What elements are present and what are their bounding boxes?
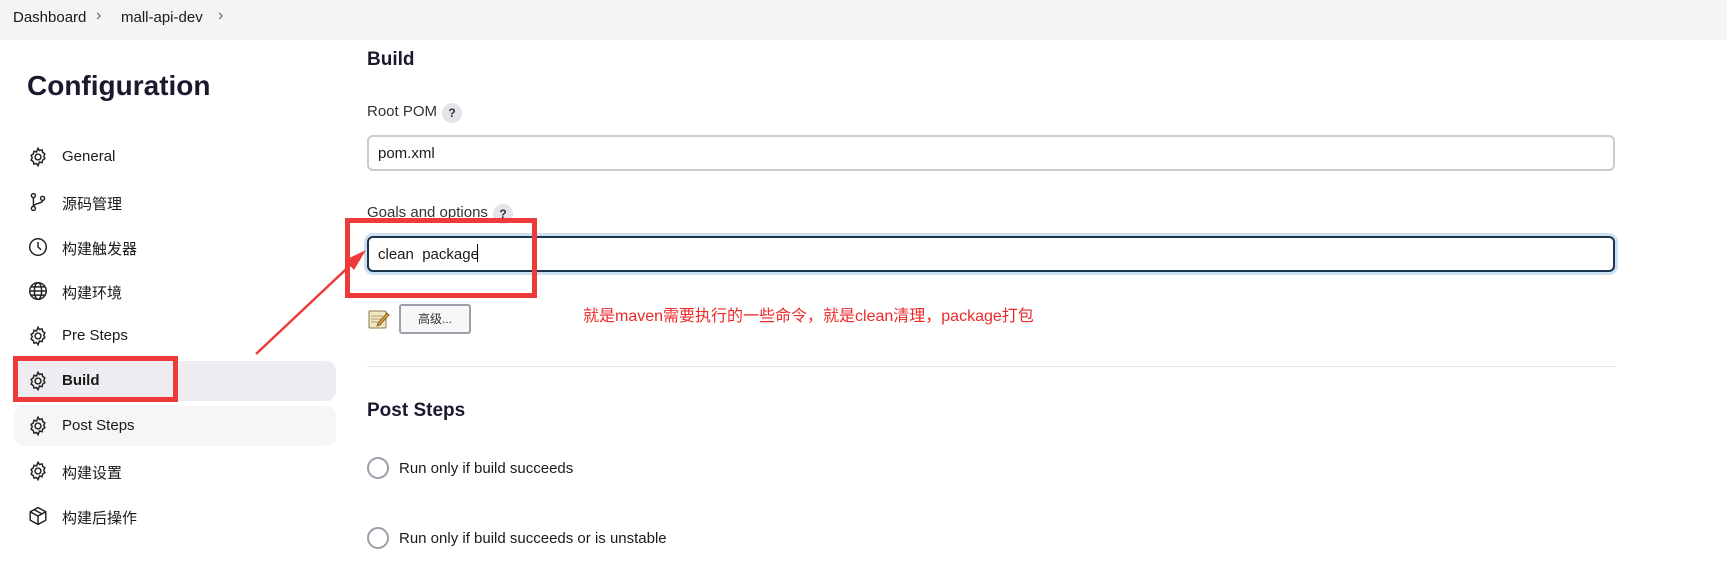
breadcrumb: Dashboard › mall-api-dev › <box>0 0 1727 40</box>
radio-label: Run only if build succeeds or is unstabl… <box>399 530 667 547</box>
sidebar-item-general[interactable]: General <box>14 137 336 177</box>
annotation-text: 就是maven需要执行的一些命令，就是clean清理，package打包 <box>583 308 1034 325</box>
globe-icon <box>29 282 47 300</box>
breadcrumb-dashboard-link[interactable]: Dashboard <box>13 9 86 26</box>
breadcrumb-separator: › <box>218 7 224 24</box>
gear-icon <box>30 415 46 437</box>
section-divider <box>367 366 1615 367</box>
sidebar-item-label: Post Steps <box>62 417 135 434</box>
sidebar-item-label: Pre Steps <box>62 327 128 344</box>
page-title: Configuration <box>27 70 211 101</box>
highlight-box-goals-input <box>345 218 537 298</box>
gear-icon <box>30 325 46 347</box>
post-steps-section-title: Post Steps <box>367 400 466 421</box>
sidebar-item-build-environment[interactable]: 构建环境 <box>14 271 336 311</box>
root-pom-input[interactable] <box>367 135 1615 171</box>
breadcrumb-separator: › <box>96 7 102 24</box>
radio-button[interactable] <box>367 457 389 479</box>
gear-icon <box>30 460 46 482</box>
sidebar-item-label: 构建后操作 <box>62 510 138 527</box>
breadcrumb-project-link[interactable]: mall-api-dev <box>121 9 203 26</box>
sidebar-item-label: General <box>62 148 116 165</box>
notepad-icon[interactable] <box>368 308 390 330</box>
git-branch-icon <box>30 192 46 212</box>
sidebar-item-post-build-actions[interactable]: 构建后操作 <box>14 496 336 536</box>
clock-icon <box>29 238 47 256</box>
highlight-box-build-nav <box>13 356 178 402</box>
sidebar-item-label: 源码管理 <box>62 196 123 213</box>
root-pom-label: Root POM <box>367 103 438 120</box>
sidebar-item-label: 构建设置 <box>62 465 123 482</box>
sidebar-item-build-settings[interactable]: 构建设置 <box>14 451 336 491</box>
build-section-title: Build <box>367 49 415 70</box>
sidebar-item-pre-steps[interactable]: Pre Steps <box>14 316 336 356</box>
sidebar-item-post-steps[interactable]: Post Steps <box>14 406 336 446</box>
gear-icon <box>30 146 46 168</box>
goals-options-input[interactable] <box>367 236 1615 272</box>
sidebar-item-build-triggers[interactable]: 构建触发器 <box>14 227 336 267</box>
radio-label: Run only if build succeeds <box>399 460 574 477</box>
sidebar-item-label: 构建触发器 <box>62 241 138 258</box>
package-icon <box>29 506 47 526</box>
help-icon[interactable]: ? <box>442 103 462 123</box>
sidebar-item-scm[interactable]: 源码管理 <box>14 182 336 222</box>
radio-button[interactable] <box>367 527 389 549</box>
sidebar-item-label: 构建环境 <box>62 285 123 302</box>
advanced-button[interactable]: 高级... <box>399 304 471 334</box>
